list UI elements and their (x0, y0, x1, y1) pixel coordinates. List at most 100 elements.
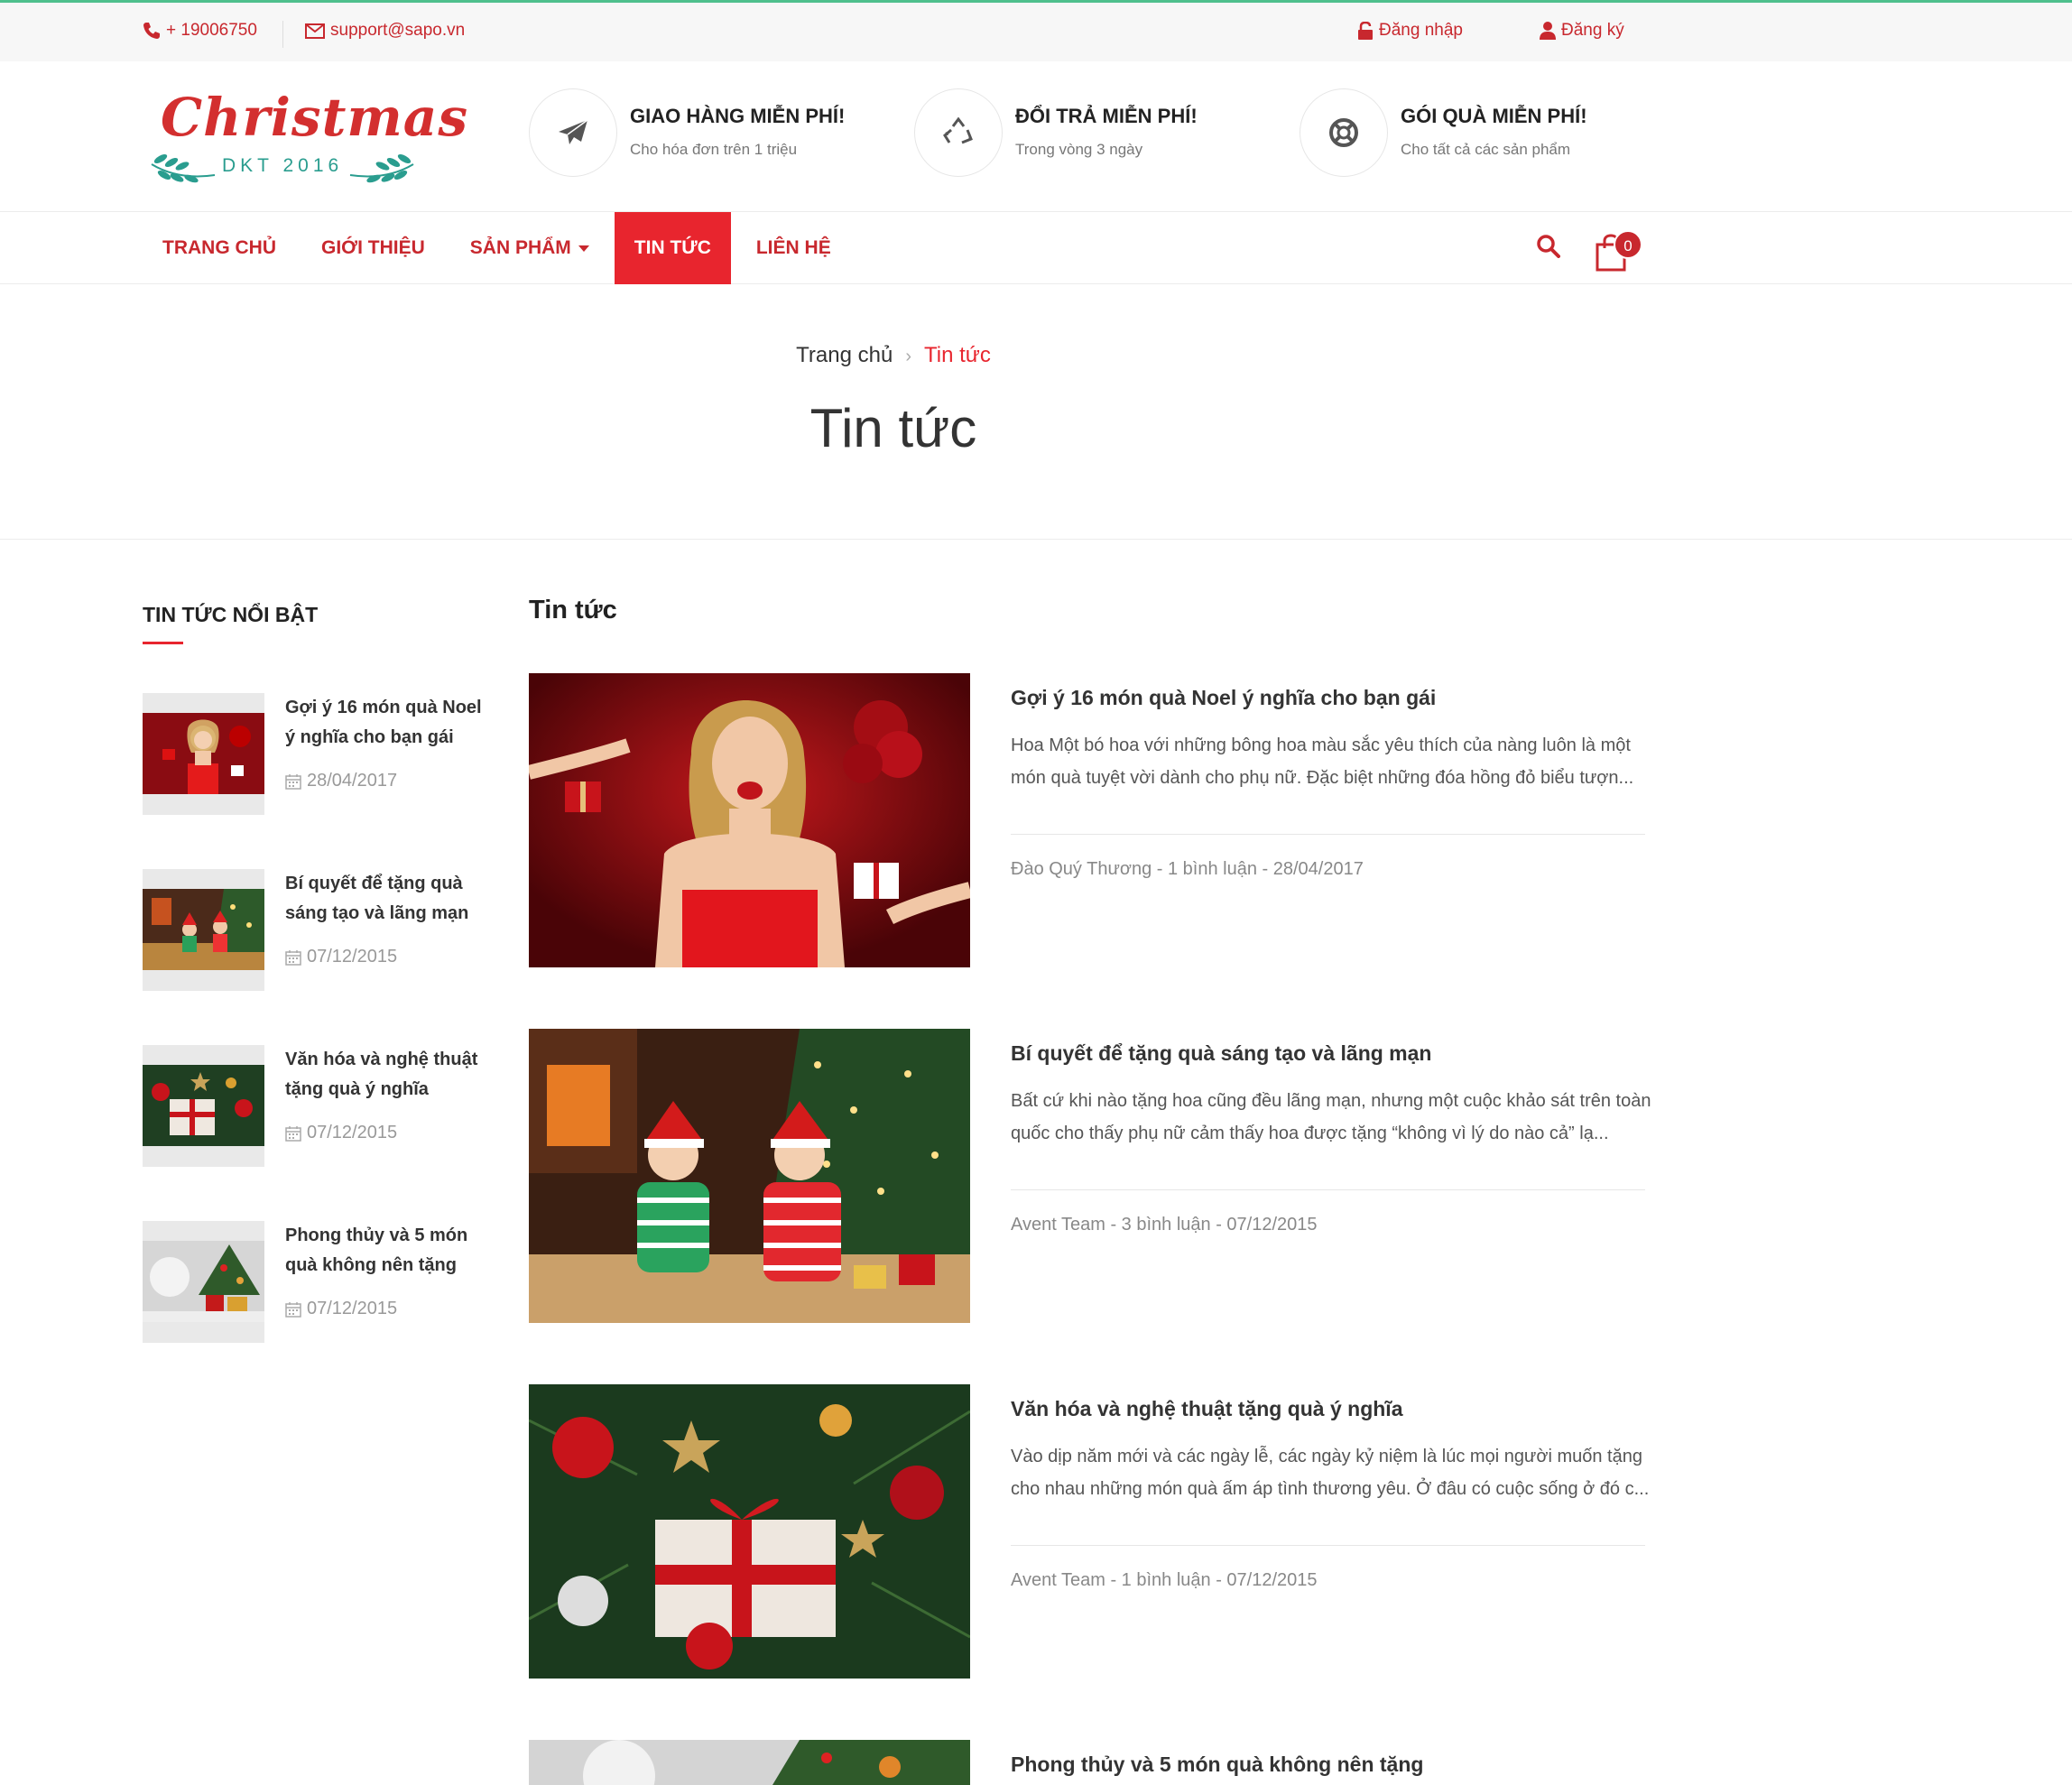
news-date: 07/12/2015 (285, 947, 397, 967)
calendar-icon (285, 1125, 301, 1142)
news-title[interactable]: Bí quyết để tặng quà sáng tạo và lãng mạ… (285, 869, 488, 929)
news-date-text: 07/12/2015 (307, 947, 398, 966)
recycle-icon (943, 117, 973, 144)
post-excerpt: Vào dịp năm mới và các ngày lễ, các ngày… (1011, 1447, 1650, 1499)
news-post: Văn hóa và nghệ thuật tặng quà ý nghĩa V… (529, 1384, 1649, 1679)
news-title[interactable]: Gợi ý 16 món quà Noel ý nghĩa cho bạn gá… (285, 693, 488, 753)
news-date-text: 07/12/2015 (307, 1299, 398, 1318)
feature-subtitle: Cho tất cả các sản phẩm (1401, 141, 1571, 158)
breadcrumb-home[interactable]: Trang chủ (796, 343, 893, 367)
nav-item-news[interactable]: TIN TỨC (614, 212, 731, 284)
feature-free-return: ĐỔI TRẢ MIỄN PHÍ! Trong vòng 3 ngày (914, 88, 1257, 179)
phone-link[interactable]: + 19006750 (143, 21, 257, 41)
feature-icon-circle (1300, 88, 1388, 177)
news-thumbnail[interactable] (143, 693, 264, 815)
news-thumbnail[interactable] (143, 869, 264, 991)
feature-subtitle: Trong vòng 3 ngày (1015, 141, 1143, 158)
sidebar-news-item[interactable]: Văn hóa và nghệ thuật tặng quà ý nghĩa 0… (143, 1045, 486, 1167)
feature-title: GIAO HÀNG MIỄN PHÍ! (630, 105, 846, 127)
gift-ornaments-photo (529, 1384, 970, 1679)
cart-count-badge: 0 (1614, 230, 1642, 259)
lifebuoy-icon (1329, 118, 1358, 147)
post-title[interactable]: Gợi ý 16 món quà Noel ý nghĩa cho bạn gá… (1011, 686, 1436, 710)
main-section-title: Tin tức (529, 596, 617, 624)
breadcrumb-current: Tin tức (923, 343, 991, 367)
post-title[interactable]: Văn hóa và nghệ thuật tặng quà ý nghĩa (1011, 1397, 1402, 1421)
gift-ornaments-image (143, 1065, 264, 1146)
nav-item-home[interactable]: TRANG CHỦ (143, 212, 296, 284)
feature-free-shipping: GIAO HÀNG MIỄN PHÍ! Cho hóa đơn trên 1 t… (529, 88, 872, 179)
search-icon (1537, 235, 1560, 258)
login-text: Đăng nhập (1379, 21, 1463, 40)
calendar-icon (285, 773, 301, 790)
news-date: 07/12/2015 (285, 1299, 397, 1319)
news-date: 28/04/2017 (285, 771, 397, 791)
logo-subtitle: DKT 2016 (222, 155, 344, 176)
login-link[interactable]: Đăng nhập (1357, 21, 1463, 41)
nav-item-products[interactable]: SẢN PHẨM (450, 212, 609, 284)
sidebar-news-item[interactable]: Gợi ý 16 món quà Noel ý nghĩa cho bạn gá… (143, 693, 486, 815)
news-title[interactable]: Phong thủy và 5 món quà không nên tặng (285, 1221, 488, 1281)
kids-christmas-photo (529, 1029, 970, 1323)
post-image[interactable] (529, 673, 970, 967)
news-post: Phong thủy và 5 món quà không nên tặng (529, 1740, 1645, 1785)
site-logo[interactable]: Christmas DKT 2016 (143, 87, 467, 188)
page-title: Tin tức (809, 398, 977, 458)
tree-gifts-photo (529, 1740, 970, 1785)
post-excerpt: Hoa Một bó hoa với những bông hoa màu sắ… (1011, 735, 1634, 788)
unlock-icon (1358, 22, 1373, 40)
email-text: support@sapo.vn (330, 21, 466, 40)
post-image[interactable] (529, 1384, 970, 1679)
phone-icon (143, 23, 160, 39)
kids-christmas-image (143, 889, 264, 970)
woman-gift-photo (529, 673, 970, 967)
nav-menu: TRANG CHỦ GIỚI THIỆU SẢN PHẨM TIN TỨC LI… (143, 212, 856, 284)
phone-text: + 19006750 (166, 21, 257, 40)
feature-icon-circle (529, 88, 617, 177)
caret-down-icon (578, 245, 589, 252)
calendar-icon (285, 1301, 301, 1318)
register-link[interactable]: Đăng ký (1540, 21, 1624, 41)
nav-item-products-label: SẢN PHẨM (469, 237, 571, 258)
sidebar-title-underline (143, 642, 183, 644)
nav-item-about[interactable]: GIỚI THIỆU (301, 212, 445, 284)
post-divider (1011, 1189, 1645, 1190)
site-header: Christmas DKT 2016 GIAO HÀNG MIỄN PHÍ! C… (0, 61, 2072, 212)
paper-plane-icon (559, 119, 588, 144)
news-post: Bí quyết để tặng quà sáng tạo và lãng mạ… (529, 1029, 1651, 1323)
top-bar: + 19006750 support@sapo.vn Đăng nhập Đăn… (0, 0, 2072, 61)
sidebar-news-item[interactable]: Bí quyết để tặng quà sáng tạo và lãng mạ… (143, 869, 486, 991)
search-button[interactable] (1537, 235, 1560, 263)
post-divider (1011, 1545, 1645, 1546)
feature-title: GÓI QUÀ MIỄN PHÍ! (1401, 105, 1587, 127)
email-link[interactable]: support@sapo.vn (305, 21, 465, 41)
post-title[interactable]: Phong thủy và 5 món quà không nên tặng (1011, 1753, 1423, 1777)
post-meta: Avent Team - 3 bình luận - 07/12/2015 (1011, 1215, 1318, 1235)
nav-item-contact[interactable]: LIÊN HỆ (736, 212, 851, 284)
post-image[interactable] (529, 1029, 970, 1323)
news-thumbnail[interactable] (143, 1045, 264, 1167)
register-text: Đăng ký (1561, 21, 1624, 40)
calendar-icon (285, 949, 301, 966)
user-icon (1540, 22, 1556, 40)
news-date-text: 07/12/2015 (307, 1123, 398, 1142)
post-excerpt: Bất cứ khi nào tặng hoa cũng đều lãng mạ… (1011, 1091, 1651, 1143)
woman-gift-image (143, 713, 264, 794)
news-thumbnail[interactable] (143, 1221, 264, 1343)
feature-icon-circle (914, 88, 1003, 177)
topbar-divider (282, 21, 283, 48)
chevron-right-icon: › (905, 347, 911, 366)
sidebar-news-item[interactable]: Phong thủy và 5 món quà không nên tặng 0… (143, 1221, 486, 1343)
news-date: 07/12/2015 (285, 1123, 397, 1143)
logo-title: Christmas (161, 87, 468, 148)
post-divider (1011, 834, 1645, 835)
divider (0, 539, 2072, 540)
main-nav: TRANG CHỦ GIỚI THIỆU SẢN PHẨM TIN TỨC LI… (0, 212, 2072, 284)
post-image[interactable] (529, 1740, 970, 1785)
feature-free-wrap: GÓI QUÀ MIỄN PHÍ! Cho tất cả các sản phẩ… (1300, 88, 1642, 179)
news-title[interactable]: Văn hóa và nghệ thuật tặng quà ý nghĩa (285, 1045, 488, 1105)
news-post: Gợi ý 16 món quà Noel ý nghĩa cho bạn gá… (529, 673, 1645, 967)
tree-gifts-image (143, 1241, 264, 1322)
post-title[interactable]: Bí quyết để tặng quà sáng tạo và lãng mạ… (1011, 1041, 1431, 1066)
post-meta: Avent Team - 1 bình luận - 07/12/2015 (1011, 1570, 1318, 1590)
